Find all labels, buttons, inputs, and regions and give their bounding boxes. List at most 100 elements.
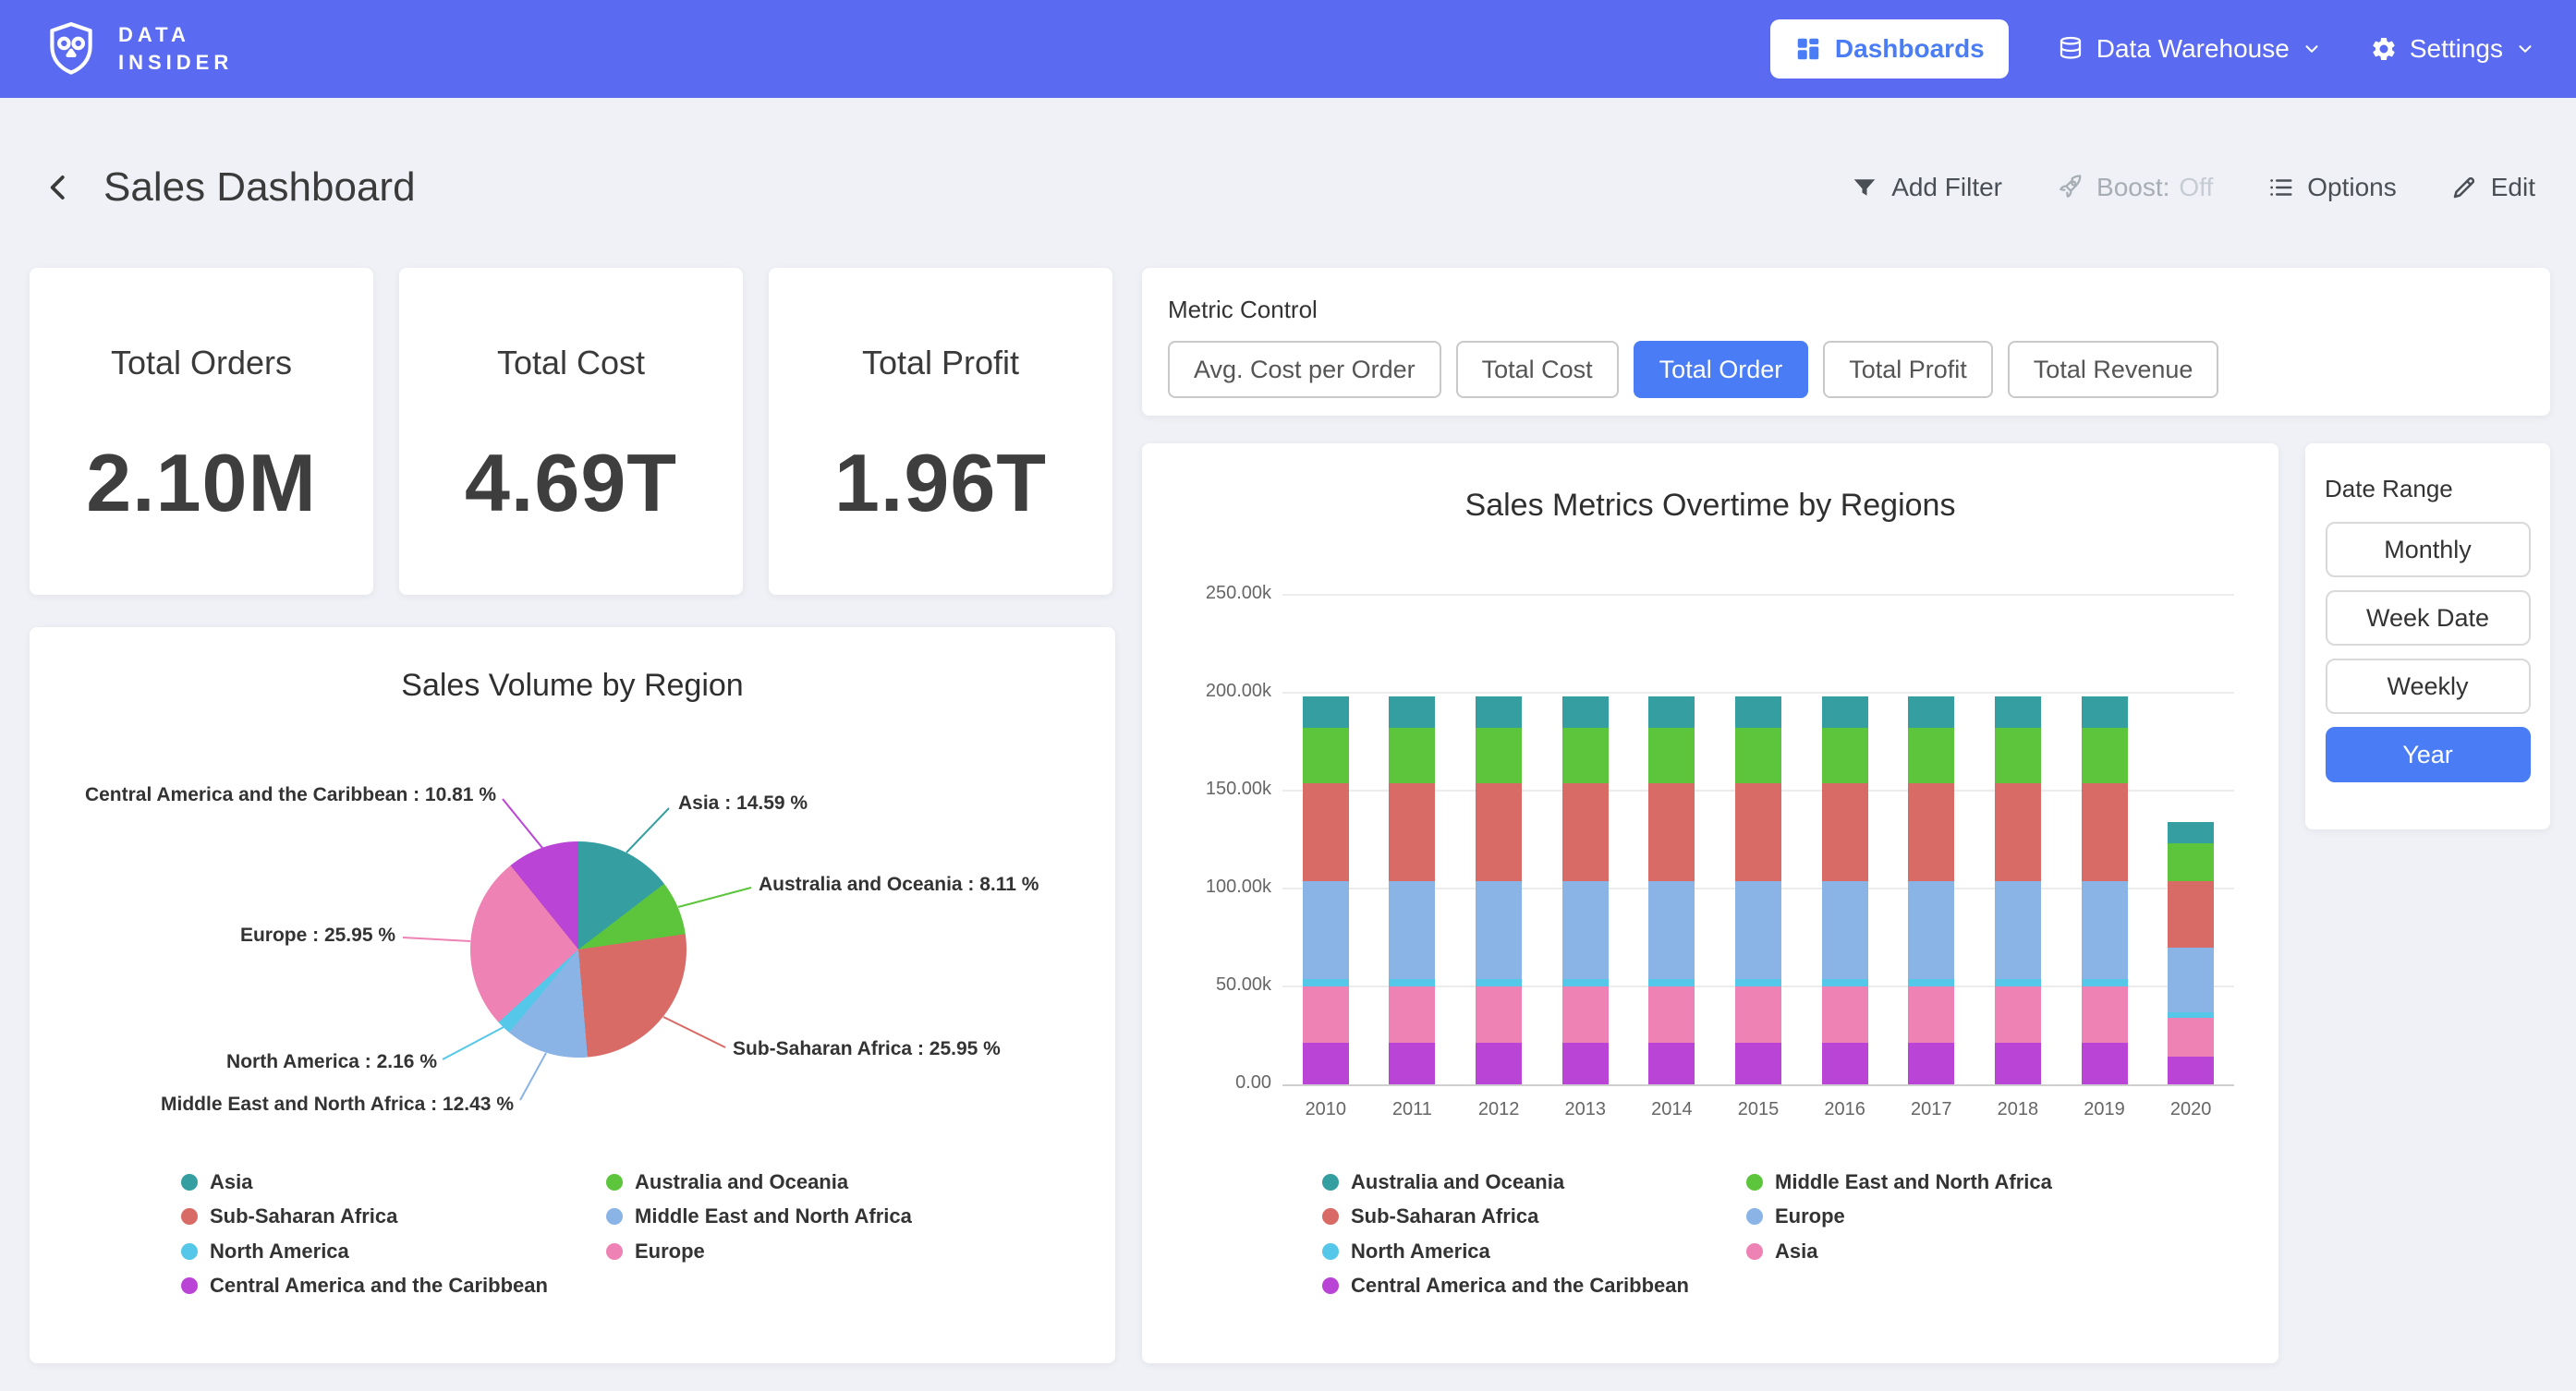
bar-segment-central-america-and-the-caribbean-2013 xyxy=(1562,1043,1609,1084)
bar-chart-card: Sales Metrics Overtime by Regions 0.0050… xyxy=(1142,443,2278,1363)
pie-callout-sub-saharan-africa: Sub-Saharan Africa : 25.95 % xyxy=(733,1036,1001,1062)
legend-dot xyxy=(1322,1243,1339,1260)
metric-option-total-order[interactable]: Total Order xyxy=(1634,341,1809,398)
bar-segment-north-america-2020 xyxy=(2168,1012,2214,1018)
bar-segment-middle-east-and-north-africa-2019 xyxy=(2082,728,2128,782)
gridline xyxy=(1282,692,2234,694)
legend-label: Europe xyxy=(1775,1204,1845,1228)
legend-dot xyxy=(1322,1174,1339,1191)
bar-segment-sub-saharan-africa-2017 xyxy=(1908,783,1954,881)
y-tick-label: 100.00k xyxy=(1142,877,1271,898)
legend-item-asia[interactable]: Asia xyxy=(1746,1239,1817,1264)
metric-option-avg-cost-per-order[interactable]: Avg. Cost per Order xyxy=(1168,341,1441,398)
bar-segment-north-america-2010 xyxy=(1303,979,1349,986)
logo-text: DATA INSIDER xyxy=(118,21,233,76)
back-button[interactable] xyxy=(41,170,76,205)
top-navigation: Dashboards Data Warehouse Settings xyxy=(1770,19,2535,79)
bar-segment-north-america-2015 xyxy=(1735,979,1781,986)
pie-chart xyxy=(470,841,687,1058)
bar-segment-central-america-and-the-caribbean-2019 xyxy=(2082,1043,2128,1084)
bar-segment-europe-2011 xyxy=(1389,881,1435,979)
legend-item-central-america-and-the-caribbean[interactable]: Central America and the Caribbean xyxy=(181,1273,548,1299)
x-tick-label: 2011 xyxy=(1369,1099,1456,1120)
database-icon xyxy=(2057,35,2084,63)
legend-item-europe[interactable]: Europe xyxy=(1746,1204,1845,1229)
legend-label: Europe xyxy=(635,1240,705,1264)
date-range-buttons: Monthly Week Date Weekly Year xyxy=(2325,522,2531,782)
legend-item-north-america[interactable]: North America xyxy=(1322,1239,1490,1264)
legend-item-australia-and-oceania[interactable]: Australia and Oceania xyxy=(606,1169,848,1195)
legend-item-north-america[interactable]: North America xyxy=(181,1239,349,1264)
legend-item-sub-saharan-africa[interactable]: Sub-Saharan Africa xyxy=(1322,1204,1538,1229)
legend-item-australia-and-oceania[interactable]: Australia and Oceania xyxy=(1322,1169,1564,1195)
date-range-panel: Date Range MonthlyWeek DateWeeklyYear xyxy=(2305,443,2550,829)
bar-segment-europe-2010 xyxy=(1303,881,1349,979)
gridline xyxy=(1282,594,2234,596)
metric-option-total-cost[interactable]: Total Cost xyxy=(1456,341,1619,398)
chevron-left-icon xyxy=(41,170,76,205)
legend-dot xyxy=(606,1174,623,1191)
bar-segment-sub-saharan-africa-2018 xyxy=(1995,783,2041,881)
legend-item-central-america-and-the-caribbean[interactable]: Central America and the Caribbean xyxy=(1322,1273,1689,1299)
metric-option-total-profit[interactable]: Total Profit xyxy=(1823,341,1993,398)
legend-label: North America xyxy=(210,1240,349,1264)
nav-settings[interactable]: Settings xyxy=(2370,34,2535,64)
header-actions: Add Filter Boost: Off Options xyxy=(1851,173,2535,202)
nav-dashboards[interactable]: Dashboards xyxy=(1770,19,2009,79)
bar-segment-sub-saharan-africa-2012 xyxy=(1476,783,1522,881)
bar-segment-sub-saharan-africa-2020 xyxy=(2168,881,2214,948)
bar-segment-asia-2011 xyxy=(1389,986,1435,1043)
page-header: Sales Dashboard Add Filter Boost: Off xyxy=(0,118,2576,257)
legend-dot xyxy=(1322,1277,1339,1294)
legend-item-sub-saharan-africa[interactable]: Sub-Saharan Africa xyxy=(181,1204,397,1229)
bar-segment-central-america-and-the-caribbean-2018 xyxy=(1995,1043,2041,1084)
legend-item-middle-east-and-north-africa[interactable]: Middle East and North Africa xyxy=(1746,1169,2052,1195)
bar-segment-central-america-and-the-caribbean-2014 xyxy=(1648,1043,1695,1084)
bar-segment-asia-2013 xyxy=(1562,986,1609,1043)
y-tick-label: 50.00k xyxy=(1142,974,1271,996)
add-filter-button[interactable]: Add Filter xyxy=(1851,173,2002,202)
bar-segment-asia-2010 xyxy=(1303,986,1349,1043)
legend-dot xyxy=(1322,1208,1339,1225)
kpi-value: 4.69T xyxy=(465,436,677,530)
bar-segment-europe-2019 xyxy=(2082,881,2128,979)
boost-state: Off xyxy=(2179,173,2213,202)
bar-segment-australia-and-oceania-2012 xyxy=(1476,696,1522,728)
legend-item-asia[interactable]: Asia xyxy=(181,1169,252,1195)
nav-data-warehouse[interactable]: Data Warehouse xyxy=(2057,34,2322,64)
metric-control-label: Metric Control xyxy=(1168,296,2524,324)
bar-segment-asia-2019 xyxy=(2082,986,2128,1043)
x-tick-label: 2012 xyxy=(1455,1099,1542,1120)
date-range-option-monthly[interactable]: Monthly xyxy=(2326,522,2531,577)
legend-dot xyxy=(181,1174,198,1191)
rocket-icon xyxy=(2056,174,2084,201)
legend-item-middle-east-and-north-africa[interactable]: Middle East and North Africa xyxy=(606,1204,912,1229)
legend-label: Asia xyxy=(210,1170,252,1194)
x-tick-label: 2010 xyxy=(1282,1099,1369,1120)
y-tick-label: 200.00k xyxy=(1142,681,1271,702)
bar-segment-asia-2018 xyxy=(1995,986,2041,1043)
edit-button[interactable]: Edit xyxy=(2450,173,2535,202)
bar-segment-europe-2013 xyxy=(1562,881,1609,979)
gear-icon xyxy=(2370,35,2398,63)
bar-segment-central-america-and-the-caribbean-2016 xyxy=(1822,1043,1868,1084)
metric-control-panel: Metric Control Avg. Cost per Order Total … xyxy=(1142,268,2550,416)
screen: DATA INSIDER Dashboards Data Warehouse xyxy=(0,0,2576,1391)
x-tick-label: 2020 xyxy=(2147,1099,2234,1120)
chevron-down-icon xyxy=(2302,39,2322,59)
options-button[interactable]: Options xyxy=(2266,173,2397,202)
x-tick-label: 2019 xyxy=(2061,1099,2148,1120)
pie-callout-north-america: North America : 2.16 % xyxy=(226,1049,437,1075)
bar-segment-europe-2015 xyxy=(1735,881,1781,979)
legend-item-europe[interactable]: Europe xyxy=(606,1239,705,1264)
legend-label: Central America and the Caribbean xyxy=(1351,1274,1689,1298)
date-range-option-week-date[interactable]: Week Date xyxy=(2326,590,2531,646)
date-range-option-weekly[interactable]: Weekly xyxy=(2326,659,2531,714)
date-range-option-year[interactable]: Year xyxy=(2326,727,2531,782)
metric-option-total-revenue[interactable]: Total Revenue xyxy=(2008,341,2219,398)
bar-segment-sub-saharan-africa-2011 xyxy=(1389,783,1435,881)
bar-segment-australia-and-oceania-2016 xyxy=(1822,696,1868,728)
add-filter-label: Add Filter xyxy=(1891,173,2002,202)
y-tick-label: 0.00 xyxy=(1142,1072,1271,1094)
boost-toggle[interactable]: Boost: Off xyxy=(2056,173,2213,202)
